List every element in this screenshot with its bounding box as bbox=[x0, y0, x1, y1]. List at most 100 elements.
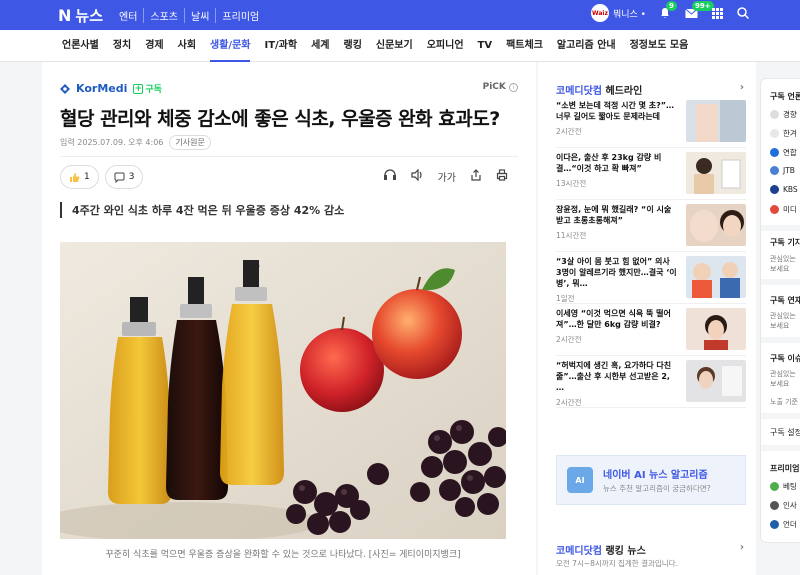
font-size-button[interactable]: 가가 bbox=[438, 169, 456, 184]
naver-logo-n: N bbox=[58, 5, 72, 25]
nav-sports[interactable]: 스포츠 bbox=[143, 7, 184, 23]
category-life-culture[interactable]: 생활/문화 bbox=[210, 30, 251, 62]
premium-item[interactable]: 베팅 bbox=[770, 481, 797, 492]
subscribed-reporter-title[interactable]: 구독 기자 bbox=[761, 237, 800, 248]
divider bbox=[761, 279, 800, 285]
date-label: 입력 bbox=[60, 138, 75, 147]
like-count: 1 bbox=[84, 172, 90, 182]
press-item[interactable]: JTB bbox=[770, 166, 795, 175]
list-item[interactable]: “소변 보는데 적정 시간 몇 초?”…너무 길어도 짧아도 문제라는데 2시간전 bbox=[556, 100, 746, 148]
category-politics[interactable]: 정치 bbox=[113, 30, 131, 62]
category-society[interactable]: 사회 bbox=[178, 30, 196, 62]
subscribed-issue-title[interactable]: 구독 이슈 bbox=[761, 353, 800, 364]
subscribe-button[interactable]: + 구독 bbox=[133, 82, 162, 95]
chevron-right-icon: › bbox=[739, 542, 744, 553]
category-press[interactable]: 언론사별 bbox=[62, 30, 99, 62]
news-title: “3살 아이 몸 붓고 힘 없어” 의사 3명이 알레르기라 했지만…결국 ‘이… bbox=[556, 257, 677, 288]
ranking-header[interactable]: 코메디닷컴 랭킹 뉴스 › bbox=[556, 542, 744, 557]
news-thumbnail bbox=[686, 204, 746, 246]
article-photo bbox=[60, 242, 506, 539]
premium-icon bbox=[770, 482, 779, 491]
notification-button[interactable]: 9 bbox=[658, 1, 677, 20]
list-item[interactable]: 이다은, 출산 후 23kg 감량 비결…“이것 하고 확 빠져” 13시간전 bbox=[556, 152, 746, 200]
apps-button[interactable] bbox=[710, 6, 724, 20]
reporter-hint: 보세요 bbox=[770, 265, 790, 273]
category-world[interactable]: 세계 bbox=[311, 30, 329, 62]
article-title: 혈당 관리와 체중 감소에 좋은 식초, 우울증 완화 효과도? bbox=[60, 108, 500, 130]
naver-news-logo[interactable]: N 뉴스 bbox=[58, 5, 103, 26]
press-icon bbox=[770, 166, 779, 175]
headline-sidebar: 코메디닷컴 헤드라인 › “소변 보는데 적정 시간 몇 초?”…너무 길어도 … bbox=[538, 62, 756, 575]
news-time: 1일전 bbox=[556, 294, 575, 303]
press-item[interactable]: KBS bbox=[770, 185, 798, 194]
category-economy[interactable]: 경제 bbox=[145, 30, 163, 62]
pick-label: PiCK bbox=[482, 82, 506, 92]
reaction-bar: 1 3 bbox=[60, 165, 144, 189]
ranking-brand: 코메디닷컴 bbox=[556, 546, 602, 557]
news-logo-text: 뉴스 bbox=[75, 6, 103, 25]
list-item[interactable]: 장윤정, 눈에 뭐 했길래? “이 시술 받고 초롱초롱해져” 11시간전 bbox=[556, 204, 746, 252]
premium-item[interactable]: 언더 bbox=[770, 519, 797, 530]
print-icon[interactable] bbox=[496, 169, 508, 181]
category-factcheck[interactable]: 팩트체크 bbox=[506, 30, 543, 62]
nav-entertainment[interactable]: 엔터 bbox=[113, 8, 143, 23]
press-logo[interactable]: KorMedi bbox=[76, 82, 127, 95]
nav-weather[interactable]: 날씨 bbox=[184, 7, 215, 23]
subscription-settings[interactable]: 구독 설정 bbox=[761, 427, 800, 438]
category-ranking[interactable]: 랭킹 bbox=[344, 30, 362, 62]
category-tv[interactable]: TV bbox=[478, 30, 493, 62]
category-newspaper[interactable]: 신문보기 bbox=[376, 30, 413, 62]
press-name: KBS bbox=[783, 185, 798, 194]
thumbnail-image bbox=[686, 360, 746, 402]
news-thumbnail bbox=[686, 100, 746, 142]
list-item[interactable]: “3살 아이 몸 붓고 힘 없어” 의사 3명이 알레르기라 했지만…결국 ‘이… bbox=[556, 256, 746, 304]
search-button[interactable] bbox=[736, 6, 750, 20]
tts-icon[interactable] bbox=[383, 169, 397, 181]
original-article-link[interactable]: 기사원문 bbox=[169, 135, 211, 150]
press-item[interactable]: 미디 bbox=[770, 204, 797, 215]
press-name: JTB bbox=[783, 166, 795, 175]
nav-premium[interactable]: 프리미엄 bbox=[215, 7, 265, 23]
like-button[interactable]: 1 bbox=[60, 165, 99, 189]
category-opinion[interactable]: 오피니언 bbox=[427, 30, 464, 62]
divider bbox=[761, 413, 800, 419]
comment-button[interactable]: 3 bbox=[104, 165, 144, 189]
category-algorithm[interactable]: 알고리즘 안내 bbox=[557, 30, 616, 62]
news-time: 2시간전 bbox=[556, 335, 582, 344]
ai-icon: AI bbox=[567, 467, 593, 493]
press-icon bbox=[770, 185, 779, 194]
news-title: 이다은, 출산 후 23kg 감량 비결…“이것 하고 확 빠져” bbox=[556, 153, 662, 173]
press-header: KorMedi + 구독 bbox=[60, 82, 162, 95]
thumbnail-image bbox=[686, 100, 746, 142]
user-profile[interactable]: Waiz 뭐니스 • bbox=[590, 4, 646, 22]
divider bbox=[761, 445, 800, 451]
press-name: 경향 bbox=[783, 110, 797, 119]
thumbnail-image bbox=[686, 204, 746, 246]
premium-item[interactable]: 인사 bbox=[770, 500, 797, 511]
subscription-panel: 구독 언론사 경향 한겨 연합 JTB KBS 미디 구독 기자 관심있는 보세… bbox=[760, 78, 800, 543]
premium-icon bbox=[770, 520, 779, 529]
news-thumbnail bbox=[686, 152, 746, 194]
ai-algorithm-banner[interactable]: AI 네이버 AI 뉴스 알고리즘 뉴스 추천 알고리즘이 궁금하다면? bbox=[556, 455, 746, 505]
press-icon bbox=[770, 129, 779, 138]
news-thumbnail bbox=[686, 308, 746, 350]
share-icon[interactable] bbox=[470, 169, 482, 181]
news-title: “허벅지에 생긴 혹, 요가하다 다친 줄”…출산 후 시한부 선고받은 2, … bbox=[556, 361, 672, 392]
category-corrections[interactable]: 정정보도 모음 bbox=[630, 30, 689, 62]
subscribed-press-title[interactable]: 구독 언론사 bbox=[761, 91, 800, 102]
mail-button[interactable]: 99+ bbox=[684, 1, 714, 20]
press-item[interactable]: 연합 bbox=[770, 147, 797, 158]
headline-header[interactable]: 코메디닷컴 헤드라인 › bbox=[556, 82, 744, 97]
press-item[interactable]: 한겨 bbox=[770, 128, 797, 139]
list-item[interactable]: 이세영 “이것 먹으면 식욕 뚝 떨어져”…한 달만 6kg 감량 비결? 2시간… bbox=[556, 308, 746, 356]
list-item[interactable]: “허벅지에 생긴 혹, 요가하다 다친 줄”…출산 후 시한부 선고받은 2, … bbox=[556, 360, 746, 408]
subscribe-label: 구독 bbox=[145, 85, 162, 95]
pick-badge[interactable]: PiCK i bbox=[483, 82, 518, 92]
speaker-icon[interactable] bbox=[410, 169, 424, 181]
press-item[interactable]: 경향 bbox=[770, 109, 797, 120]
premium-title[interactable]: 프리미엄 bbox=[761, 463, 799, 474]
category-it-science[interactable]: IT/과학 bbox=[264, 30, 297, 62]
subscribed-series-title[interactable]: 구독 연재 bbox=[761, 295, 800, 306]
ranking-title: 랭킹 뉴스 bbox=[605, 546, 646, 557]
news-title: 장윤정, 눈에 뭐 했길래? “이 시술 받고 초롱초롱해져” bbox=[556, 205, 672, 225]
